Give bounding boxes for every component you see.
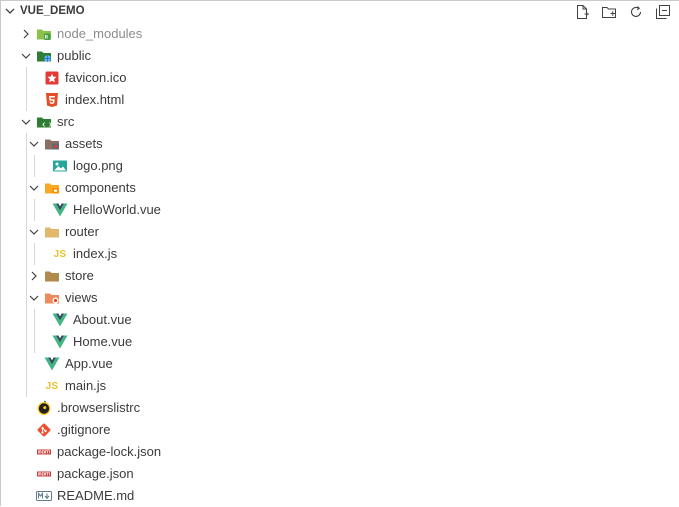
tree-file-home-vue[interactable]: Home.vue: [0, 331, 679, 353]
tree-folder-components[interactable]: components: [0, 177, 679, 199]
tree-item-label: HelloWorld.vue: [73, 202, 161, 217]
js-icon-text: JS: [53, 248, 67, 260]
tree-folder-store[interactable]: store: [0, 265, 679, 287]
store-folder-icon: [44, 268, 60, 284]
tree-item-label: views: [65, 290, 98, 305]
tree-file-logo-png[interactable]: logo.png: [0, 155, 679, 177]
indent-guide: [26, 133, 27, 397]
tree-file-package-json[interactable]: package.json: [0, 463, 679, 485]
tree-item-label: node_modules: [57, 26, 143, 41]
tree-item-label: .gitignore: [57, 422, 111, 437]
tree-file-favicon-ico[interactable]: favicon.ico: [0, 67, 679, 89]
tree-item-label: index.js: [73, 246, 118, 261]
tree-item-label: logo.png: [73, 158, 123, 173]
vue-icon: [52, 312, 68, 328]
tree-item-label: .browserslistrc: [57, 400, 141, 415]
tree-item-label: src: [57, 114, 75, 129]
markdown-icon: [36, 488, 52, 504]
chevron-down-icon[interactable]: [28, 226, 40, 238]
tree-item-label: main.js: [65, 378, 107, 393]
refresh-icon[interactable]: [628, 4, 644, 20]
tree-folder-assets[interactable]: assets: [0, 133, 679, 155]
tree-file-main-js[interactable]: JS main.js: [0, 375, 679, 397]
tree-item-label: store: [65, 268, 94, 283]
vue-icon: [52, 202, 68, 218]
tree-item-label: index.html: [65, 92, 125, 107]
tree-file-gitignore[interactable]: .gitignore: [0, 419, 679, 441]
router-folder-icon: [44, 224, 60, 240]
collapse-all-icon[interactable]: [655, 4, 671, 20]
explorer-actions: [574, 4, 671, 20]
explorer-title: VUE_DEMO: [20, 5, 85, 17]
js-icon: JS: [44, 378, 60, 394]
indent-guide: [34, 199, 35, 221]
npm-icon: [36, 444, 52, 460]
tree-folder-public[interactable]: public: [0, 45, 679, 67]
tree-file-browserslistrc[interactable]: .browserslistrc: [0, 397, 679, 419]
public-folder-icon: [36, 48, 52, 64]
html5-icon: [44, 92, 60, 108]
chevron-down-icon[interactable]: [28, 292, 40, 304]
js-icon: JS: [52, 246, 68, 262]
new-folder-icon[interactable]: [601, 4, 617, 20]
views-folder-icon: [44, 290, 60, 306]
chevron-down-icon[interactable]: [20, 116, 32, 128]
browserslist-icon: [36, 400, 52, 416]
js-icon-text: JS: [45, 380, 59, 392]
chevron-down-icon[interactable]: [20, 50, 32, 62]
tree-file-helloworld-vue[interactable]: HelloWorld.vue: [0, 199, 679, 221]
tree-file-index-html[interactable]: index.html: [0, 89, 679, 111]
tree-file-about-vue[interactable]: About.vue: [0, 309, 679, 331]
vue-icon: [44, 356, 60, 372]
tree-item-label: About.vue: [73, 312, 132, 327]
tree-item-label: package.json: [57, 466, 134, 481]
chevron-right-icon[interactable]: [20, 28, 32, 40]
tree-item-label: assets: [65, 136, 103, 151]
tree-file-app-vue[interactable]: App.vue: [0, 353, 679, 375]
node-folder-icon: [36, 26, 52, 42]
indent-guide: [34, 243, 35, 265]
tree-item-label: public: [57, 48, 91, 63]
vue-icon: [52, 334, 68, 350]
tree-file-package-lock-json[interactable]: package-lock.json: [0, 441, 679, 463]
tree-folder-router[interactable]: router: [0, 221, 679, 243]
tree-folder-src[interactable]: src: [0, 111, 679, 133]
indent-guide: [34, 309, 35, 353]
tree-file-index-js[interactable]: JS index.js: [0, 243, 679, 265]
tree-file-readme-md[interactable]: README.md: [0, 485, 679, 507]
components-folder-icon: [44, 180, 60, 196]
favicon-icon: [44, 70, 60, 86]
tree-item-label: README.md: [57, 488, 135, 503]
explorer-header[interactable]: VUE_DEMO: [0, 1, 679, 23]
new-file-icon[interactable]: [574, 4, 590, 20]
image-icon: [52, 158, 68, 174]
chevron-down-icon[interactable]: [28, 138, 40, 150]
chevron-down-icon[interactable]: [4, 5, 16, 17]
indent-guide: [26, 67, 27, 111]
npm-icon: [36, 466, 52, 482]
indent-guide: [34, 155, 35, 177]
tree-item-label: package-lock.json: [57, 444, 162, 459]
tree-item-label: favicon.ico: [65, 70, 127, 85]
tree-item-label: router: [65, 224, 99, 239]
tree-item-label: Home.vue: [73, 334, 133, 349]
tree-folder-views[interactable]: views: [0, 287, 679, 309]
chevron-down-icon[interactable]: [28, 182, 40, 194]
tree-folder-node-modules[interactable]: node_modules: [0, 23, 679, 45]
git-icon: [36, 422, 52, 438]
assets-folder-icon: [44, 136, 60, 152]
tree-item-label: components: [65, 180, 136, 195]
tree-item-label: App.vue: [65, 356, 113, 371]
src-folder-icon: [36, 114, 52, 130]
chevron-right-icon[interactable]: [28, 270, 40, 282]
